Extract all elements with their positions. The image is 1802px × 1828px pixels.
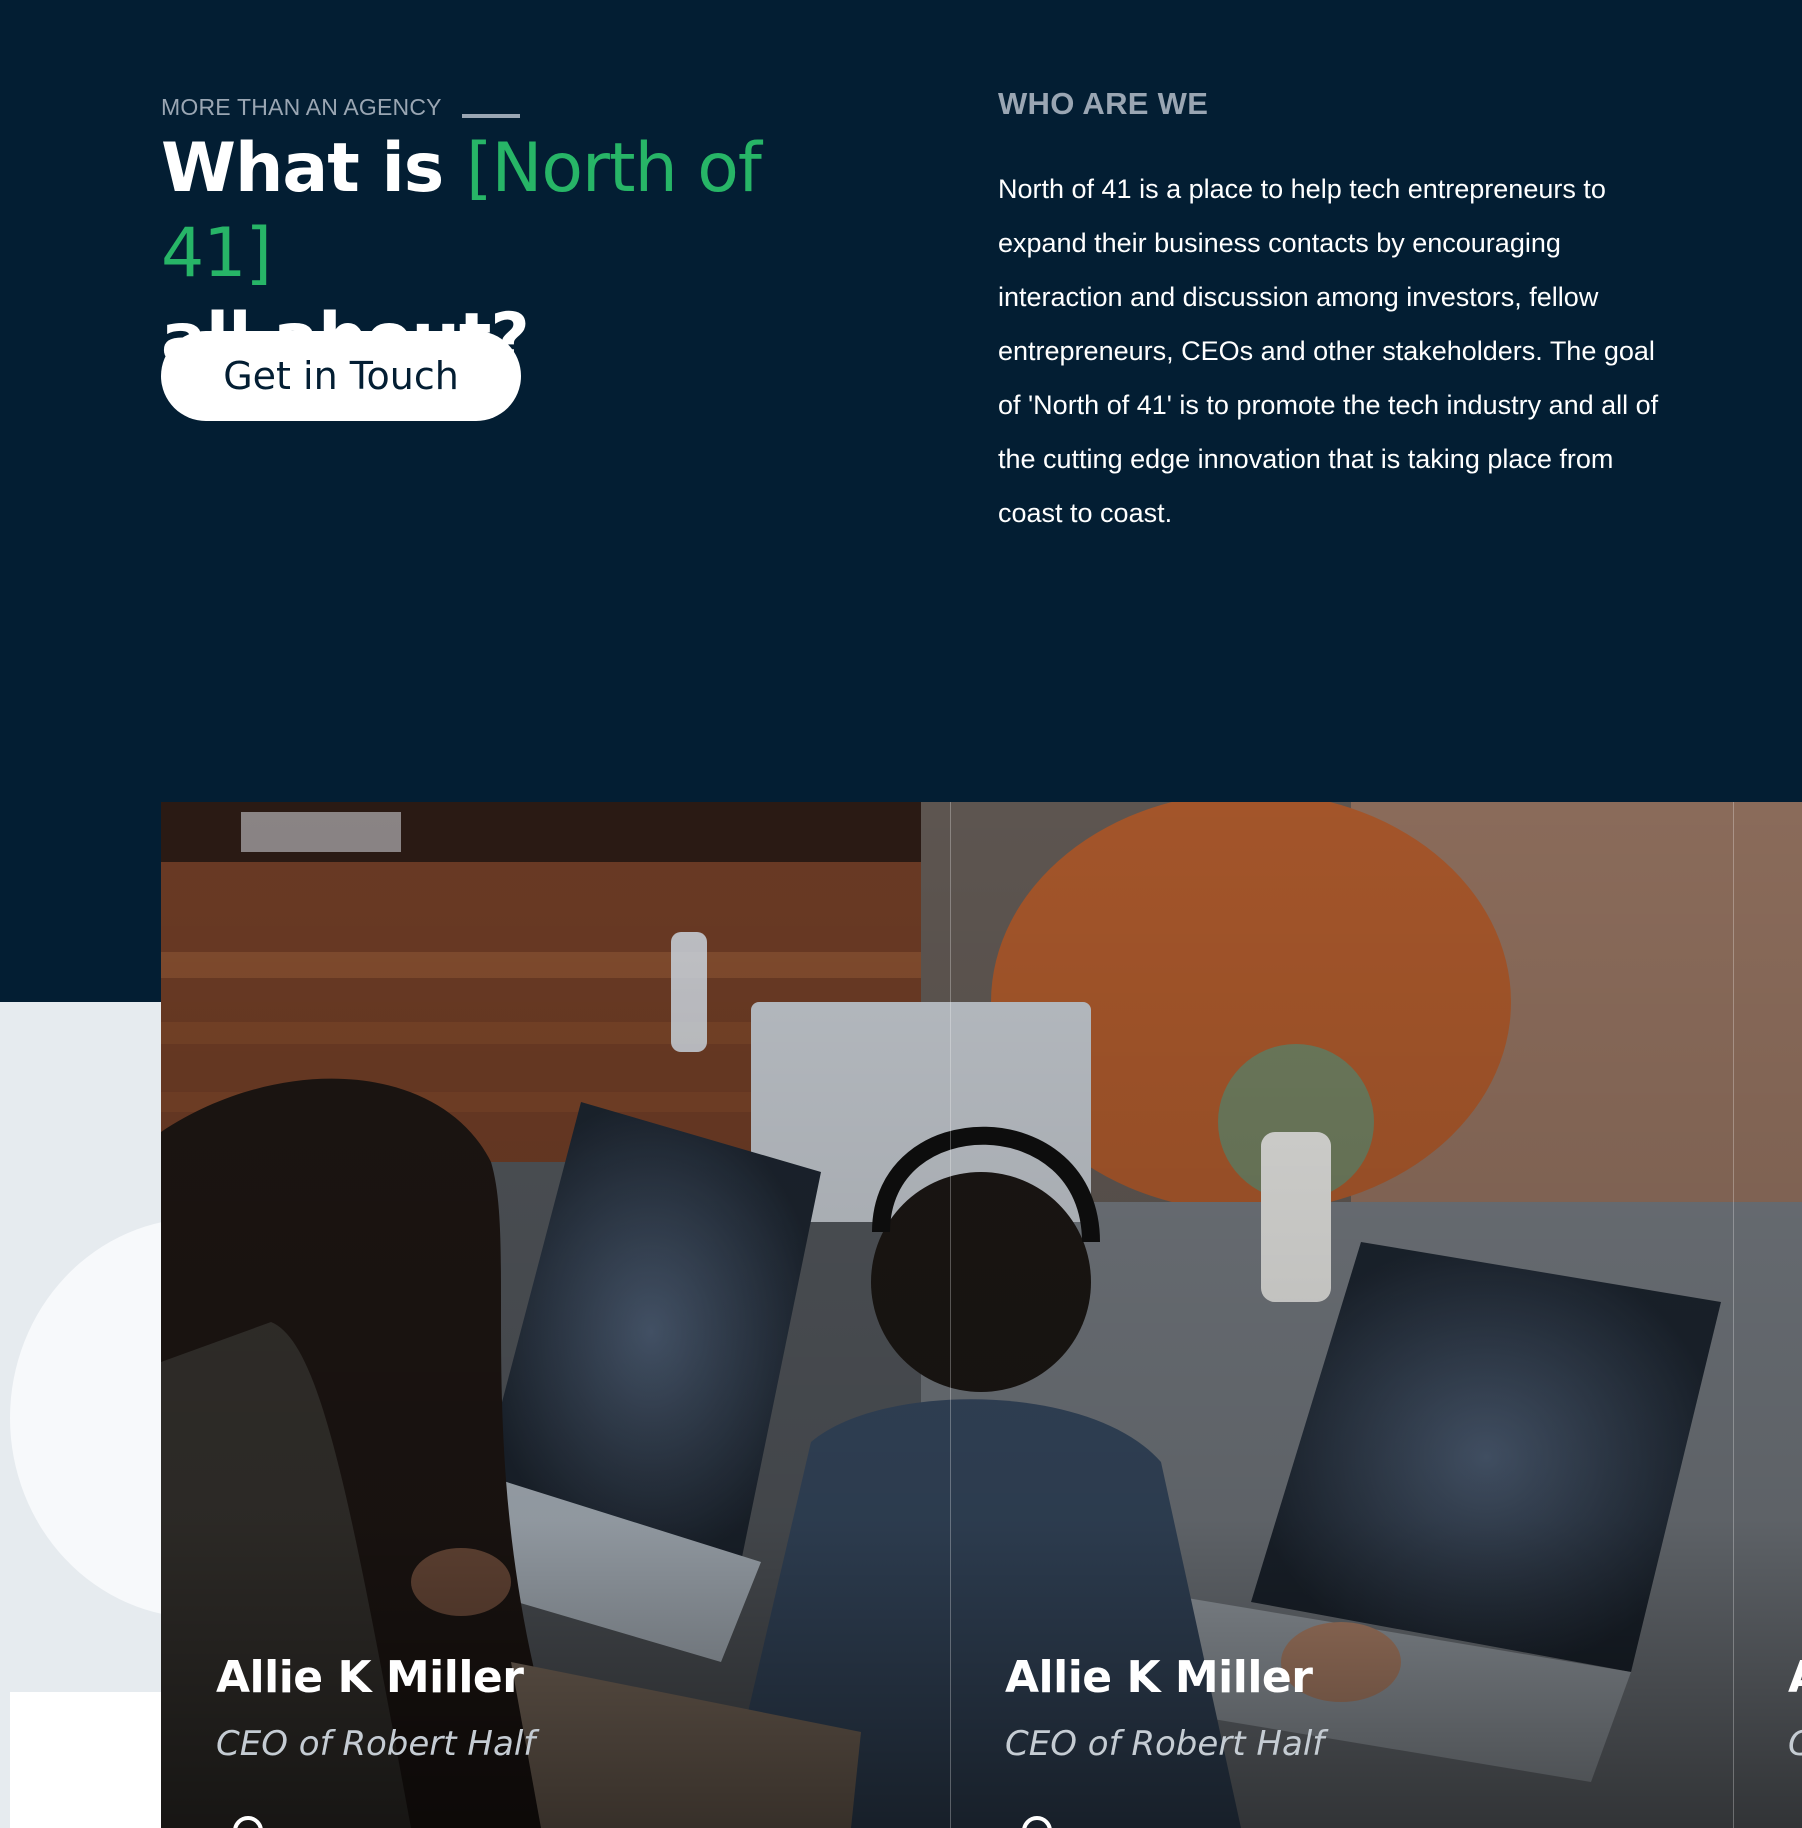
linkedin-icon[interactable] xyxy=(1022,1816,1052,1828)
member-name: Allie K Miller xyxy=(216,1652,524,1703)
team-card[interactable]: Allie K Miller CEO of Robert Half xyxy=(161,802,950,1828)
member-name: Allie K Miller xyxy=(1005,1652,1313,1703)
team-card[interactable]: Allie K Miller CEO of Robert Half xyxy=(950,802,1733,1828)
who-are-we-title: WHO ARE WE xyxy=(998,86,1209,121)
member-role: CEO of Robert Half xyxy=(1005,1724,1325,1764)
eyebrow: MORE THAN AN AGENCY xyxy=(161,94,520,121)
linkedin-icon[interactable] xyxy=(233,1816,263,1828)
member-name: A xyxy=(1788,1652,1802,1703)
team-carousel: Allie K Miller CEO of Robert Half Allie … xyxy=(161,802,1802,1828)
headline-part-1: What is xyxy=(161,129,466,208)
eyebrow-text: MORE THAN AN AGENCY xyxy=(161,94,442,120)
member-role: CEO of Robert Half xyxy=(216,1724,536,1764)
get-in-touch-button[interactable]: Get in Touch xyxy=(161,331,521,421)
member-role: C xyxy=(1788,1724,1802,1764)
eyebrow-underline xyxy=(461,113,520,118)
decorative-white-block xyxy=(10,1692,161,1828)
team-card[interactable]: A C xyxy=(1733,802,1802,1828)
who-are-we-body: North of 41 is a place to help tech entr… xyxy=(998,174,1659,528)
